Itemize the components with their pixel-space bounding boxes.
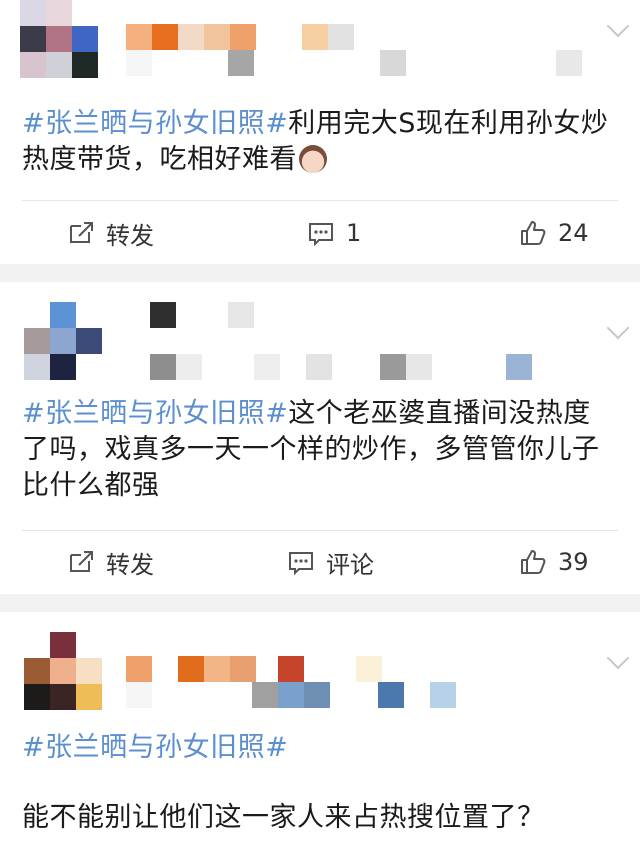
post-separator <box>0 264 640 282</box>
post-3-header <box>0 612 640 710</box>
post-separator <box>0 594 640 612</box>
divider <box>22 200 618 201</box>
post-2-header <box>0 282 640 380</box>
comment-icon <box>309 223 333 247</box>
post-1-header <box>0 0 640 90</box>
thumbs-up-icon <box>521 221 546 245</box>
post-text: 能不能别让他们这一家人来占热搜位置了？ <box>22 802 545 833</box>
like-count: 39 <box>558 548 589 576</box>
post-3-tag-line: #张兰晒与孙女旧照# <box>22 730 616 766</box>
share-icon <box>70 222 93 243</box>
comment-label: 1 <box>346 219 362 247</box>
post-2: #张兰晒与孙女旧照#这个老巫婆直播间没热度了吗，戏真多一天一个样的炒作，多管管你… <box>0 282 640 594</box>
thumbs-up-icon <box>521 550 546 574</box>
divider <box>22 530 618 531</box>
post-2-content: #张兰晒与孙女旧照#这个老巫婆直播间没热度了吗，戏真多一天一个样的炒作，多管管你… <box>22 396 616 504</box>
like-button[interactable]: 24 <box>518 203 589 263</box>
post-1: #张兰晒与孙女旧照#利用完大S现在利用孙女炒热度带货，吃相好难看 转发 1 24 <box>0 0 640 264</box>
share-icon <box>70 551 93 572</box>
more-chevron-icon[interactable] <box>606 316 630 340</box>
post-1-actions: 转发 1 24 <box>0 203 640 263</box>
comment-button[interactable]: 1 <box>306 203 361 263</box>
post-3: #张兰晒与孙女旧照# 能不能别让他们这一家人来占热搜位置了？ <box>0 612 640 848</box>
share-label: 转发 <box>106 550 154 579</box>
share-label: 转发 <box>106 221 154 250</box>
comment-icon <box>289 552 313 576</box>
comment-label: 评论 <box>326 550 374 579</box>
share-button[interactable]: 转发 <box>66 532 154 592</box>
comment-button[interactable]: 评论 <box>286 532 374 592</box>
post-2-actions: 转发 评论 39 <box>0 532 640 592</box>
share-button[interactable]: 转发 <box>66 203 154 263</box>
post-1-content: #张兰晒与孙女旧照#利用完大S现在利用孙女炒热度带货，吃相好难看 <box>22 106 616 178</box>
post-3-content: 能不能别让他们这一家人来占热搜位置了？ <box>22 800 616 836</box>
woman-face-icon <box>299 145 327 173</box>
more-chevron-icon[interactable] <box>606 646 630 670</box>
hashtag-link[interactable]: #张兰晒与孙女旧照# <box>22 732 288 763</box>
hashtag-link[interactable]: #张兰晒与孙女旧照# <box>22 398 288 429</box>
like-button[interactable]: 39 <box>518 532 589 592</box>
hashtag-link[interactable]: #张兰晒与孙女旧照# <box>22 108 288 139</box>
like-count: 24 <box>558 219 589 247</box>
more-chevron-icon[interactable] <box>606 14 630 38</box>
